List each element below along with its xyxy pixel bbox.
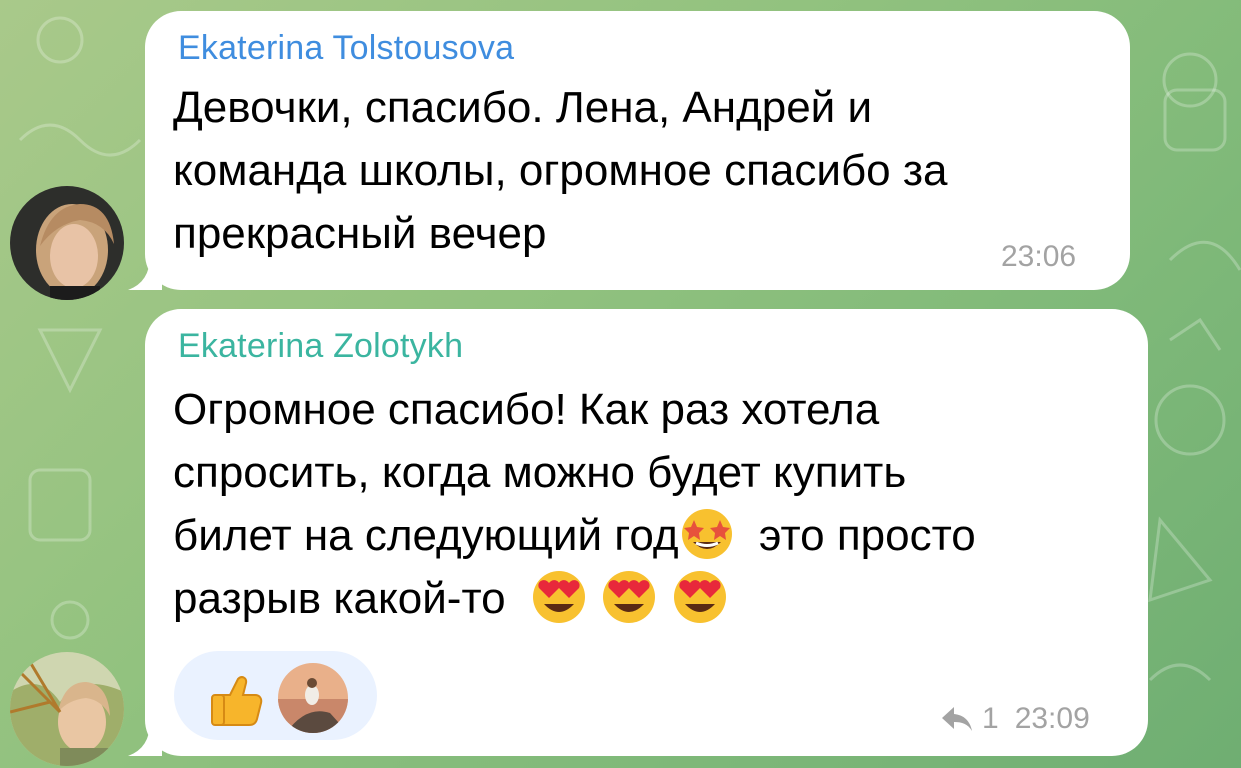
star-struck-emoji: [681, 509, 732, 560]
reaction-pill[interactable]: [174, 651, 377, 740]
message-bubble[interactable]: Ekaterina Zolotykh Огромное спасибо! Как…: [145, 309, 1148, 756]
reply-arrow-icon: [942, 707, 972, 731]
message-time: 23:09: [1014, 702, 1090, 735]
reactor-avatar: [278, 663, 348, 733]
message-line: спросить, когда можно будет купить: [173, 448, 907, 497]
thumbs-up-icon: [211, 676, 263, 726]
avatar-ekaterina-zolotykh[interactable]: [10, 652, 124, 766]
message-line: прекрасный вечер: [173, 209, 547, 258]
reply-count: 1: [982, 702, 999, 735]
avatar-ekaterina-tolstousova[interactable]: [10, 186, 124, 300]
message-fragment: это просто: [758, 511, 976, 560]
message-bubble[interactable]: Ekaterina Tolstousova Девочки, спасибо. …: [145, 11, 1130, 290]
avatar-photo: [10, 652, 124, 766]
message-text: Девочки, спасибо. Лена, Андрей и команда…: [173, 76, 948, 265]
message-line-with-emoji: разрыв какой-то: [173, 567, 976, 630]
message-time: 23:06: [1001, 240, 1077, 273]
reactor-photo: [278, 663, 348, 733]
message-line: Огромное спасибо! Как раз хотела: [173, 385, 880, 434]
heart-eyes-emoji: [673, 571, 726, 624]
message-text: Огромное спасибо! Как раз хотела спросит…: [173, 378, 976, 630]
sender-name[interactable]: Ekaterina Zolotykh: [178, 327, 463, 366]
message-fragment: разрыв какой-то: [173, 574, 506, 623]
avatar-photo: [10, 186, 124, 300]
message-meta[interactable]: 1 23:09: [940, 702, 1090, 736]
heart-eyes-emoji: [603, 571, 656, 624]
heart-eyes-emoji: [533, 571, 586, 624]
message-line: команда школы, огромное спасибо за: [173, 146, 948, 195]
sender-name[interactable]: Ekaterina Tolstousova: [178, 29, 514, 68]
message-line-with-emoji: билет на следующий год это просто: [173, 504, 976, 567]
message-line: Девочки, спасибо. Лена, Андрей и: [173, 83, 873, 132]
message-fragment: билет на следующий год: [173, 511, 679, 560]
